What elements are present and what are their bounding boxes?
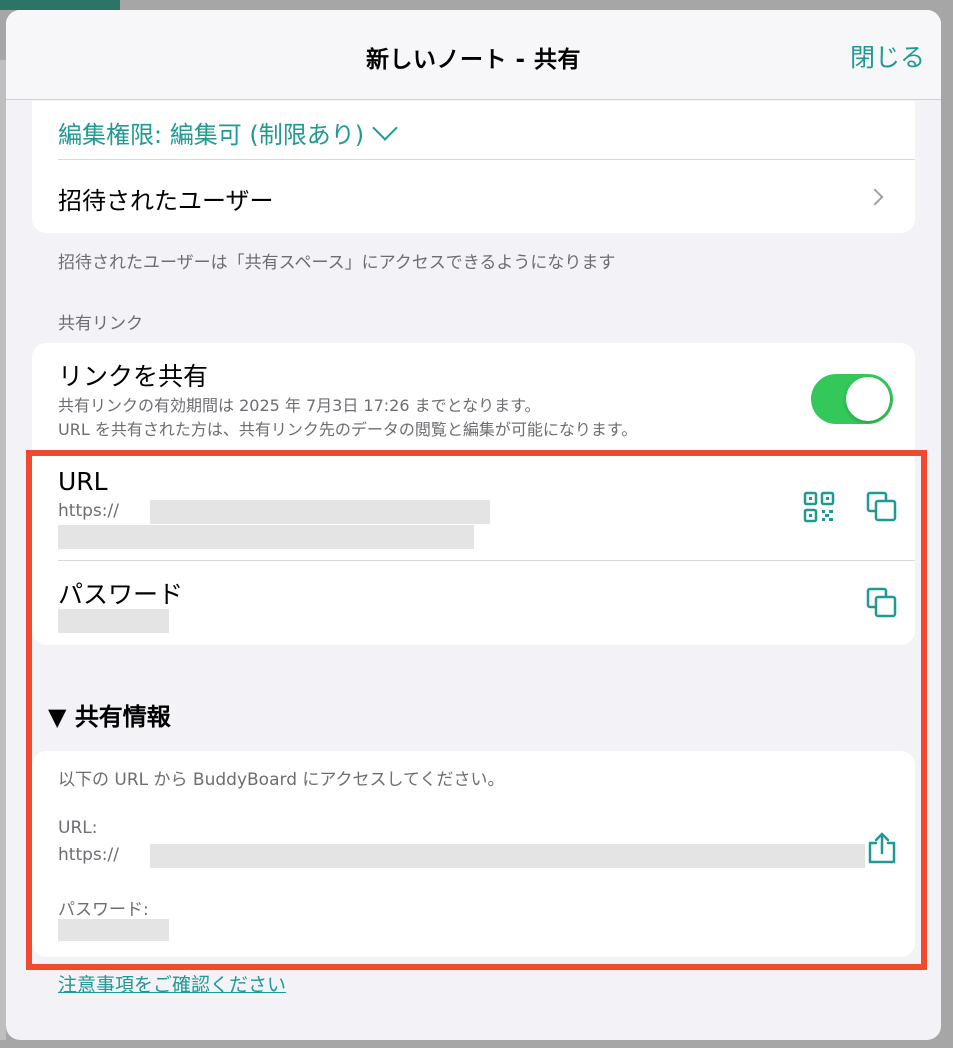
copy-icon [866, 491, 897, 522]
share-info-intro: 以下の URL から BuddyBoard にアクセスしてください。 [58, 770, 505, 790]
edit-permission-label: 編集権限: 編集可 (制限あり) [58, 121, 365, 149]
share-info-card: 以下の URL から BuddyBoard にアクセスしてください。 URL: … [32, 751, 915, 957]
url-redacted [150, 500, 490, 524]
password-label: パスワード [58, 580, 184, 609]
chevron-down-icon [372, 115, 398, 141]
share-link-card: リンクを共有 共有リンクの有効期間は 2025 年 7月3日 17:26 までと… [32, 343, 915, 645]
share-link-permission-note: URL を共有された方は、共有リンク先のデータの閲覧と編集が可能になります。 [58, 420, 638, 439]
url-label: URL [58, 467, 108, 496]
share-link-section-label: 共有リンク [58, 314, 143, 334]
invited-users-label: 招待されたユーザー [58, 187, 274, 215]
url-redacted-line2 [58, 525, 474, 549]
invited-users-row[interactable]: 招待されたユーザー [32, 160, 915, 233]
qr-code-icon [803, 491, 835, 523]
edit-permission-dropdown[interactable]: 編集権限: 編集可 (制限あり) [58, 115, 398, 150]
share-link-description: 共有リンクの有効期間は 2025 年 7月3日 17:26 までとなります。 U… [58, 394, 637, 442]
share-info-password-label: パスワード: [58, 900, 149, 920]
chevron-right-icon [866, 188, 884, 206]
dialog-title: 新しいノート - 共有 [365, 47, 582, 73]
password-redacted [58, 609, 169, 633]
share-info-password-redacted [58, 919, 169, 941]
notice-link[interactable]: 注意事項をご確認ください [58, 970, 286, 997]
invited-users-note: 招待されたユーザーは「共有スペース」にアクセスできるようになります [58, 253, 616, 273]
share-info-url-prefix: https:// [58, 845, 119, 865]
share-link-toggle[interactable] [811, 374, 893, 424]
share-dialog: 新しいノート - 共有 閉じる 編集権限: 編集可 (制限あり) 招待されたユー… [6, 10, 941, 1040]
background-tab [0, 0, 120, 10]
share-link-expiry: 共有リンクの有効期間は 2025 年 7月3日 17:26 までとなります。 [58, 396, 541, 415]
copy-icon [866, 587, 897, 618]
copy-url-button[interactable] [865, 490, 899, 524]
divider [58, 560, 915, 561]
share-link-toggle-label: リンクを共有 [58, 362, 209, 391]
share-info-url-redacted [150, 844, 865, 868]
toggle-knob [846, 377, 890, 421]
navigation-bar: 新しいノート - 共有 閉じる [6, 10, 941, 100]
url-prefix: https:// [58, 501, 119, 521]
permission-card: 編集権限: 編集可 (制限あり) 招待されたユーザー [32, 101, 915, 233]
share-info-header[interactable]: ▼ 共有情報 [48, 697, 171, 732]
copy-password-button[interactable] [865, 586, 899, 620]
share-icon [868, 832, 896, 864]
qr-code-button[interactable] [802, 490, 836, 524]
share-info-url-label: URL: [58, 818, 98, 838]
share-button[interactable] [865, 831, 899, 865]
close-button[interactable]: 閉じる [850, 38, 925, 74]
